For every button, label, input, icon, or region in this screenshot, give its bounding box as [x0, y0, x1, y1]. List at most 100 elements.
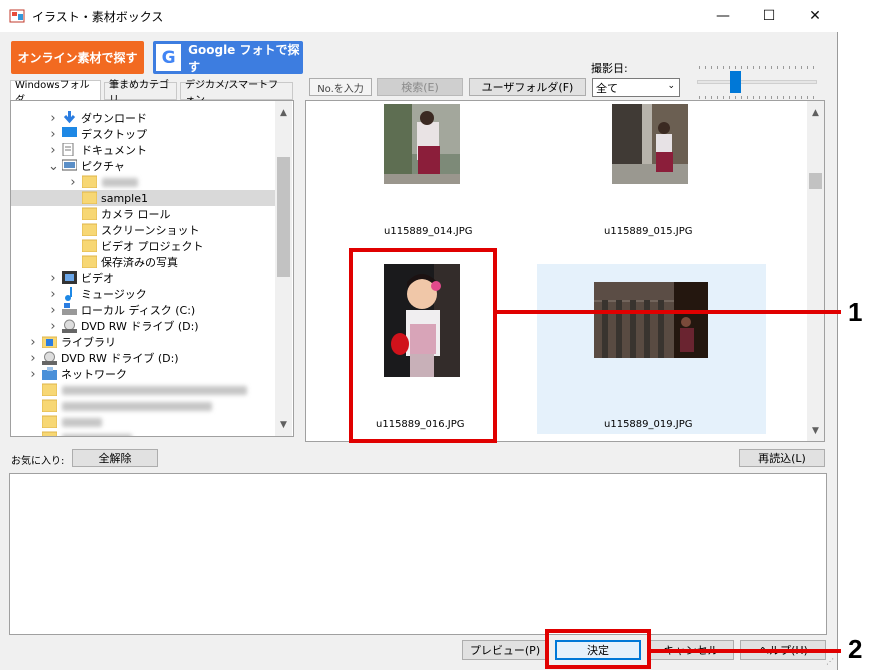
- chevron-right-icon[interactable]: ›: [48, 271, 58, 286]
- date-select[interactable]: 全て ⌄: [592, 78, 680, 97]
- image-filename: u115889_019.JPG: [604, 419, 693, 430]
- chevron-right-icon[interactable]: ›: [48, 143, 58, 158]
- tab-digicam-smartphone[interactable]: デジカメ/スマートフォン: [180, 80, 293, 106]
- scroll-up-icon[interactable]: ▲: [275, 105, 292, 121]
- chevron-right-icon[interactable]: ›: [48, 319, 58, 334]
- slider-tick: [729, 96, 730, 99]
- tab-fudemame-category[interactable]: 筆まめカテゴリ: [104, 80, 177, 106]
- folder-icon: [81, 207, 98, 221]
- folder-tree[interactable]: › ダウンロード › デスクトップ › ドキュメント ⌄ ピクチャ › sample1 カメラ ロー…: [10, 100, 294, 437]
- slider-tick: [789, 96, 790, 99]
- tree-item-label: ドキュメント: [81, 144, 147, 157]
- title-bar[interactable]: イラスト・素材ボックス — ☐ ✕: [0, 0, 838, 32]
- tree-item-label: ピクチャ: [81, 160, 125, 173]
- chevron-down-icon[interactable]: ⌄: [48, 159, 59, 174]
- reload-button[interactable]: 再読込(L): [739, 449, 825, 467]
- slider-tick: [765, 96, 766, 99]
- tree-item[interactable]: › ミュージック: [11, 286, 275, 302]
- tree-item[interactable]: [11, 430, 275, 436]
- grid-scroll-thumb[interactable]: [809, 173, 822, 189]
- tree-item[interactable]: › ダウンロード: [11, 110, 275, 126]
- tree-item[interactable]: › デスクトップ: [11, 126, 275, 142]
- chevron-right-icon[interactable]: ›: [28, 367, 38, 382]
- slider-track: [697, 80, 817, 84]
- chevron-right-icon[interactable]: ›: [68, 175, 78, 190]
- tree-item[interactable]: カメラ ロール: [11, 206, 275, 222]
- minimize-button[interactable]: —: [700, 0, 746, 32]
- tree-item-label: スクリーンショット: [101, 224, 200, 237]
- tree-item[interactable]: › ネットワーク: [11, 366, 275, 382]
- scroll-up-icon[interactable]: ▲: [807, 105, 824, 121]
- preview-button[interactable]: プレビュー(P): [462, 640, 548, 660]
- tree-item[interactable]: [11, 398, 275, 414]
- scroll-down-icon[interactable]: ▼: [275, 417, 292, 433]
- thumbnail-size-slider[interactable]: [697, 66, 817, 100]
- blurred-label: [62, 386, 247, 395]
- slider-tick: [699, 66, 700, 69]
- slider-tick: [723, 66, 724, 69]
- tree-item-label: ライブラリ: [61, 336, 116, 349]
- thumbnail-image[interactable]: [384, 104, 460, 184]
- video-icon: [62, 271, 77, 284]
- tree-item[interactable]: › DVD RW ドライブ (D:): [11, 318, 275, 334]
- tree-item[interactable]: スクリーンショット: [11, 222, 275, 238]
- slider-tick: [717, 66, 718, 69]
- chevron-right-icon[interactable]: ›: [48, 287, 58, 302]
- clear-all-button[interactable]: 全解除: [72, 449, 158, 467]
- music-icon: [62, 287, 77, 301]
- tree-item[interactable]: ⌄ ピクチャ: [11, 158, 275, 174]
- download-icon: [62, 111, 77, 124]
- callout-line-2: [651, 649, 841, 653]
- maximize-button[interactable]: ☐: [746, 0, 792, 32]
- date-label: 撮影日:: [591, 62, 628, 75]
- chevron-down-icon: ⌄: [667, 81, 675, 91]
- tree-item[interactable]: › ローカル ディスク (C:): [11, 302, 275, 318]
- google-photos-label: Google フォトで探す: [188, 42, 300, 74]
- close-button[interactable]: ✕: [792, 0, 838, 32]
- scroll-down-icon[interactable]: ▼: [807, 423, 824, 439]
- tree-item[interactable]: ビデオ プロジェクト: [11, 238, 275, 254]
- thumbnail-image[interactable]: [594, 282, 708, 358]
- google-photos-button[interactable]: G Google フォトで探す: [153, 41, 303, 74]
- slider-thumb[interactable]: [730, 71, 741, 93]
- tree-item[interactable]: 保存済みの写真: [11, 254, 275, 270]
- chevron-right-icon[interactable]: ›: [48, 111, 58, 126]
- tree-item[interactable]: ›: [11, 174, 275, 190]
- blurred-label: [102, 178, 138, 187]
- favorites-panel[interactable]: [9, 473, 827, 635]
- slider-tick: [741, 66, 742, 69]
- tree-item[interactable]: › ライブラリ: [11, 334, 275, 350]
- folder-icon: [41, 383, 58, 397]
- tree-scroll-thumb[interactable]: [277, 157, 290, 277]
- tree-item[interactable]: › ビデオ: [11, 270, 275, 286]
- slider-tick: [789, 66, 790, 69]
- tab-windows-folder[interactable]: Windowsフォルダ: [10, 80, 101, 106]
- chevron-right-icon[interactable]: ›: [28, 335, 38, 350]
- slider-tick: [759, 96, 760, 99]
- thumbnail-image[interactable]: [612, 104, 688, 184]
- grid-scrollbar[interactable]: ▲ ▼: [807, 101, 824, 441]
- chevron-right-icon[interactable]: ›: [28, 351, 38, 366]
- online-materials-button[interactable]: オンライン素材で探す: [11, 41, 144, 74]
- slider-tick: [741, 96, 742, 99]
- number-input[interactable]: No.を入力: [309, 78, 372, 96]
- tree-item[interactable]: › DVD RW ドライブ (D:): [11, 350, 275, 366]
- chevron-right-icon[interactable]: ›: [48, 303, 58, 318]
- user-folder-button[interactable]: ユーザフォルダ(F): [469, 78, 586, 96]
- chevron-right-icon[interactable]: ›: [48, 127, 58, 142]
- tree-item[interactable]: [11, 382, 275, 398]
- google-logo-icon: G: [156, 44, 182, 71]
- highlight-box-1: [349, 248, 497, 443]
- tree-scrollbar[interactable]: ▲ ▼: [275, 101, 292, 436]
- resize-grip-icon[interactable]: ⋰: [826, 658, 836, 668]
- window-title: イラスト・素材ボックス: [32, 10, 164, 24]
- tree-item[interactable]: [11, 414, 275, 430]
- tree-item[interactable]: sample1: [11, 190, 275, 206]
- tree-item[interactable]: › ドキュメント: [11, 142, 275, 158]
- tree-item-label: ローカル ディスク (C:): [81, 304, 196, 317]
- tree-item-label: ビデオ プロジェクト: [101, 240, 204, 253]
- search-button[interactable]: 検索(E): [377, 78, 463, 96]
- slider-tick: [711, 66, 712, 69]
- image-filename: u115889_014.JPG: [384, 226, 473, 237]
- slider-tick: [771, 96, 772, 99]
